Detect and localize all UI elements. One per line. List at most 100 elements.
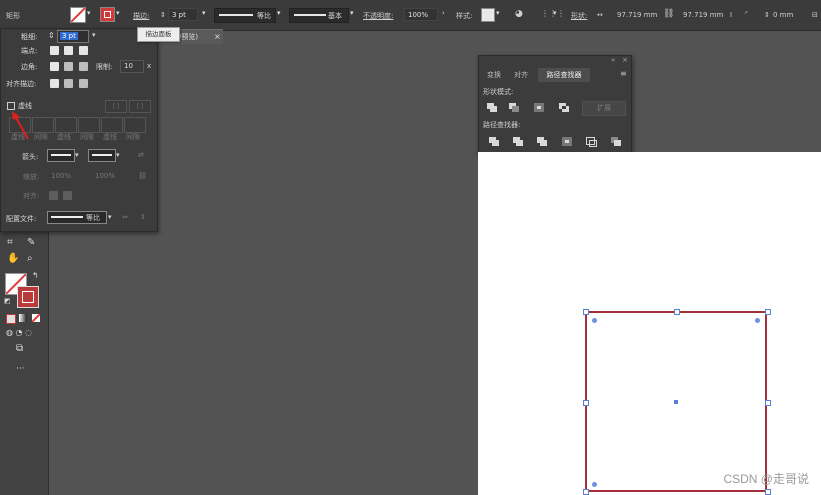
- stroke-weight-field[interactable]: 3 pt: [168, 8, 198, 21]
- chevron-down-icon[interactable]: ▾: [553, 9, 561, 18]
- round-cap-icon[interactable]: [64, 46, 73, 55]
- artboard-tool-icon[interactable]: ⌗: [7, 238, 13, 248]
- graphic-style-swatch[interactable]: [481, 8, 495, 22]
- more-tools-icon[interactable]: ···: [16, 364, 25, 374]
- end-arrowhead-dropdown[interactable]: [88, 149, 116, 162]
- shape-label[interactable]: 形状:: [571, 11, 587, 21]
- resize-handle-right[interactable]: [765, 400, 771, 406]
- align-inside-icon[interactable]: [64, 79, 73, 88]
- draw-mode-icon[interactable]: ◍ ◔ ◌: [6, 328, 32, 338]
- fill-swatch[interactable]: [70, 7, 86, 23]
- resize-handle-top-left[interactable]: [583, 309, 589, 315]
- link-scale-icon[interactable]: ⛓: [138, 172, 147, 180]
- chevron-down-icon[interactable]: ▾: [75, 151, 79, 159]
- stepper-icon[interactable]: ⇕: [160, 11, 166, 19]
- width-profile-dropdown[interactable]: 等比: [47, 211, 107, 224]
- resize-handle-top-right[interactable]: [765, 309, 771, 315]
- hand-tool-icon[interactable]: ✋: [7, 254, 19, 264]
- chevron-down-icon[interactable]: ▾: [350, 9, 358, 18]
- corner-radius-field[interactable]: 0 mm: [773, 11, 793, 19]
- opacity-field[interactable]: 100%: [404, 8, 438, 21]
- intersect-icon[interactable]: [534, 103, 544, 112]
- gradient-mode-icon[interactable]: [19, 314, 27, 322]
- corner-type-icon[interactable]: ⌜: [745, 11, 748, 19]
- tab-pathfinder[interactable]: 路径查找器: [538, 68, 590, 82]
- gap-field-1[interactable]: [32, 117, 54, 133]
- chevron-down-icon[interactable]: ▾: [108, 213, 112, 221]
- gap-field-2[interactable]: [78, 117, 100, 133]
- scale-field-start[interactable]: 100%: [51, 172, 71, 180]
- link-dimensions-icon[interactable]: ⛓: [663, 9, 674, 19]
- width-field[interactable]: 97.719 mm: [617, 11, 657, 19]
- align-center-icon[interactable]: [50, 79, 59, 88]
- recolor-icon[interactable]: ◕: [515, 9, 523, 19]
- exclude-icon[interactable]: [559, 103, 569, 112]
- gap-field-3[interactable]: [124, 117, 146, 133]
- swap-colors-icon[interactable]: ↰: [32, 271, 39, 281]
- chevron-down-icon[interactable]: ▾: [202, 9, 210, 18]
- scale-field-end[interactable]: 100%: [95, 172, 115, 180]
- resize-handle-left[interactable]: [583, 400, 589, 406]
- miter-join-icon[interactable]: [50, 62, 59, 71]
- close-icon[interactable]: ×: [214, 30, 221, 44]
- corner-widget[interactable]: [755, 318, 760, 323]
- zoom-tool-icon[interactable]: ⌕: [27, 254, 33, 264]
- corner-widget[interactable]: [592, 318, 597, 323]
- round-join-icon[interactable]: [64, 62, 73, 71]
- stepper-icon[interactable]: ⇕: [48, 31, 55, 40]
- chevron-down-icon[interactable]: ▾: [116, 9, 124, 18]
- merge-icon[interactable]: [537, 137, 547, 146]
- trim-icon[interactable]: [513, 137, 523, 146]
- stroke-active-swatch[interactable]: [17, 286, 39, 308]
- arrow-tip-at-end-icon[interactable]: [63, 191, 72, 200]
- chevron-down-icon[interactable]: ▾: [277, 9, 285, 18]
- chevron-down-icon[interactable]: ▾: [116, 151, 120, 159]
- stepper-icon[interactable]: ⇕: [764, 11, 770, 19]
- height-field[interactable]: 97.719 mm: [683, 11, 723, 19]
- minus-front-icon[interactable]: [509, 103, 519, 112]
- panel-menu-icon[interactable]: ≡: [620, 69, 627, 78]
- eyedropper-tool-icon[interactable]: ✎: [27, 238, 35, 248]
- outline-icon[interactable]: [586, 137, 597, 147]
- corner-widget[interactable]: [592, 482, 597, 487]
- chevron-down-icon[interactable]: ▾: [496, 9, 504, 18]
- color-mode-icon[interactable]: [6, 314, 16, 324]
- flip-along-icon[interactable]: ⇔: [122, 213, 128, 221]
- tab-align[interactable]: 对齐: [509, 68, 533, 82]
- none-mode-icon[interactable]: [32, 314, 40, 322]
- stroke-label[interactable]: 描边:: [133, 11, 149, 21]
- swap-arrows-icon[interactable]: ⇄: [138, 151, 144, 159]
- panel-menu-icon[interactable]: ⊟: [812, 11, 818, 19]
- bevel-join-icon[interactable]: [79, 62, 88, 71]
- resize-handle-bottom-right[interactable]: [765, 489, 771, 495]
- opacity-label[interactable]: 不透明度:: [363, 11, 393, 21]
- chevron-down-icon[interactable]: ▾: [87, 9, 95, 18]
- weight-field[interactable]: 3 pt: [57, 30, 89, 43]
- chevron-down-icon[interactable]: ▾: [92, 31, 96, 39]
- chevron-right-icon[interactable]: ›: [442, 9, 450, 18]
- divide-icon[interactable]: [489, 137, 499, 146]
- stroke-swatch[interactable]: [100, 7, 115, 22]
- flip-across-icon[interactable]: ⇕: [140, 213, 146, 221]
- butt-cap-icon[interactable]: [50, 46, 59, 55]
- dash-field-2[interactable]: [55, 117, 77, 133]
- projecting-cap-icon[interactable]: [79, 46, 88, 55]
- resize-handle-bottom-left[interactable]: [583, 489, 589, 495]
- resize-handle-top[interactable]: [674, 309, 680, 315]
- align-outside-icon[interactable]: [79, 79, 88, 88]
- start-arrowhead-dropdown[interactable]: [47, 149, 75, 162]
- dash-field-3[interactable]: [101, 117, 123, 133]
- screen-mode-icon[interactable]: ⧉: [16, 344, 23, 354]
- expand-button[interactable]: 扩展: [582, 101, 626, 116]
- align-dash-icon[interactable]: [ ]: [129, 100, 151, 113]
- unite-icon[interactable]: [487, 103, 497, 112]
- arrow-tip-beyond-icon[interactable]: [49, 191, 58, 200]
- preserve-dash-icon[interactable]: [ ]: [105, 100, 127, 113]
- brush-definition-dropdown[interactable]: 基本: [289, 8, 349, 23]
- limit-field[interactable]: 10: [120, 60, 144, 73]
- minus-back-icon[interactable]: [611, 137, 621, 146]
- close-icon[interactable]: ×: [622, 56, 628, 64]
- crop-icon[interactable]: [562, 137, 572, 146]
- collapse-panel-icon[interactable]: «: [611, 56, 615, 64]
- tab-transform[interactable]: 变换: [483, 68, 505, 82]
